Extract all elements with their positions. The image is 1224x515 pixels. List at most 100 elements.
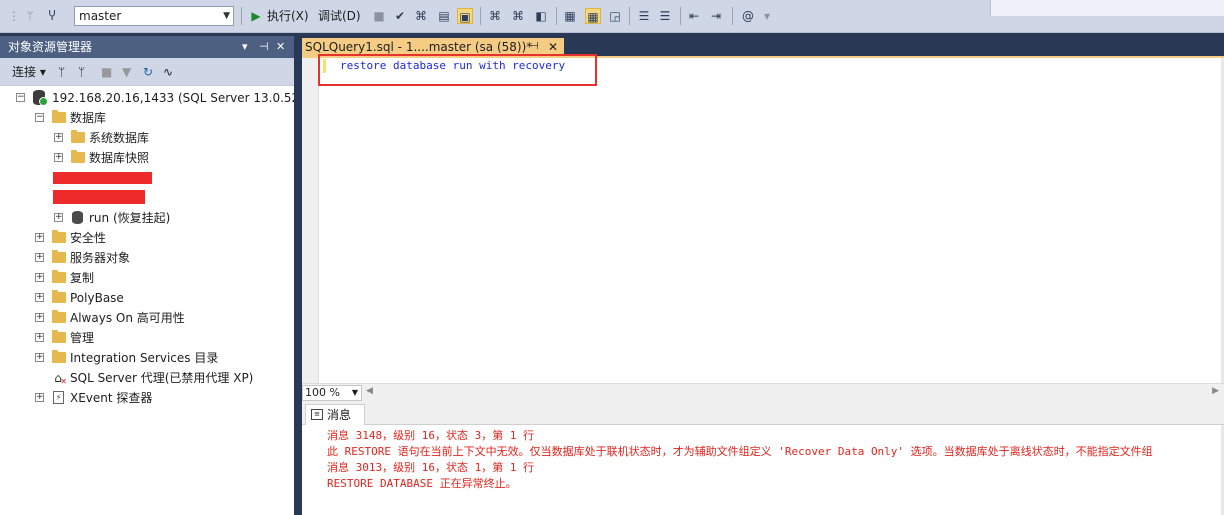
tree-label: 复制 xyxy=(70,271,95,285)
zoom-select[interactable]: 100 % ▼ xyxy=(302,385,362,401)
uncomment-icon[interactable]: ☰ xyxy=(657,8,673,24)
filter-icon[interactable]: ▼ xyxy=(122,64,131,80)
folder-icon xyxy=(52,270,66,283)
tree-label: PolyBase xyxy=(70,291,124,305)
editor-gutter xyxy=(302,58,319,383)
close-icon[interactable]: ✕ xyxy=(276,36,285,58)
client-stats-icon[interactable]: ◧ xyxy=(533,8,549,24)
server-connected-icon xyxy=(33,90,48,106)
folder-icon xyxy=(52,110,66,123)
editor-status-bar: 100 % ▼ ◀ ▶ xyxy=(302,383,1224,402)
agent-disabled-icon: ⌂ xyxy=(51,371,67,389)
folder-icon xyxy=(52,250,66,263)
expand-icon[interactable]: + xyxy=(35,233,44,242)
scroll-left-icon[interactable]: ◀ xyxy=(366,386,373,396)
results-to-text-icon[interactable]: ▦ xyxy=(562,8,578,24)
connect-label: 连接 xyxy=(12,65,37,79)
object-explorer-header: 对象资源管理器 ▾ ⊣ ✕ xyxy=(0,36,294,58)
object-explorer-tree: − 192.168.20.16,1433 (SQL Server 13.0.52… xyxy=(0,88,314,515)
scroll-right-icon[interactable]: ▶ xyxy=(1212,386,1219,396)
collapse-icon[interactable]: − xyxy=(35,113,44,122)
refresh-icon[interactable]: ↻ xyxy=(143,64,153,80)
folder-icon xyxy=(52,350,66,363)
message-line: 消息 3148，级别 16，状态 3，第 1 行 xyxy=(327,429,535,442)
tree-label: run (恢复挂起) xyxy=(89,211,171,225)
message-line: RESTORE DATABASE 正在异常终止。 xyxy=(327,477,517,490)
tree-label: 数据库快照 xyxy=(89,151,150,165)
results-to-grid-icon[interactable]: ▦ xyxy=(585,8,601,24)
results-to-file-icon[interactable]: ◲ xyxy=(607,8,623,24)
decrease-indent-icon[interactable]: ⇤ xyxy=(686,8,702,24)
panel-splitter[interactable] xyxy=(294,36,302,515)
collapse-icon[interactable]: − xyxy=(16,93,25,102)
query-options-icon[interactable]: ▤ xyxy=(436,8,452,24)
folder-icon xyxy=(71,130,85,143)
database-select[interactable]: master ▼ xyxy=(74,6,234,26)
database-select-value: master xyxy=(79,9,122,23)
specify-values-icon[interactable]: @ xyxy=(740,8,756,24)
tree-label: 192.168.20.16,1433 (SQL Server 13.0.5292 xyxy=(52,91,315,105)
object-explorer-toolbar: 连接 ▾ ᛘ ᛘ ■ ▼ ↻ ∿ xyxy=(0,58,294,86)
comment-icon[interactable]: ☰ xyxy=(636,8,652,24)
execute-button[interactable]: 执行(X) xyxy=(267,8,309,24)
increase-indent-icon[interactable]: ⇥ xyxy=(708,8,724,24)
connect-icon[interactable]: ᛘ xyxy=(22,8,38,24)
expand-icon[interactable]: + xyxy=(54,213,63,222)
object-explorer-title: 对象资源管理器 xyxy=(8,40,93,54)
disconnect-icon[interactable]: ᛘ xyxy=(78,64,85,80)
folder-icon xyxy=(52,310,66,323)
folder-icon xyxy=(52,330,66,343)
connect-dropdown[interactable]: 连接 ▾ xyxy=(12,64,46,80)
tree-label: XEvent 探查器 xyxy=(70,391,153,405)
tree-label: 系统数据库 xyxy=(89,131,150,145)
toolbar-grip-icon: ⋮ xyxy=(8,9,20,23)
expand-icon[interactable]: + xyxy=(54,133,63,142)
window-position-icon[interactable]: ▾ xyxy=(242,36,248,58)
tree-label: 数据库 xyxy=(70,111,107,125)
tree-label: 安全性 xyxy=(70,231,107,245)
expand-icon[interactable]: + xyxy=(54,153,63,162)
expand-icon[interactable]: + xyxy=(35,293,44,302)
display-plan-icon[interactable]: ⌘ xyxy=(413,8,429,24)
tab-label: 消息 xyxy=(327,408,352,422)
redacted-database-1 xyxy=(53,172,152,184)
stop-icon[interactable]: ■ xyxy=(371,8,387,24)
query-editor[interactable]: restore database run with recovery xyxy=(302,54,1224,383)
message-line: 此 RESTORE 语句在当前上下文中无效。仅当数据库处于联机状态时，才为辅助文… xyxy=(327,445,1153,458)
object-explorer-panel: 对象资源管理器 ▾ ⊣ ✕ 连接 ▾ ᛘ ᛘ ■ ▼ ↻ ∿ − 192.168… xyxy=(0,36,314,515)
expand-icon[interactable]: + xyxy=(35,273,44,282)
include-plan-icon[interactable]: ⌘ xyxy=(487,8,503,24)
tree-label: 服务器对象 xyxy=(70,251,131,265)
main-toolbar: ⋮ ᛘ Ⴤ master ▼ ▶ 执行(X) 调试(D) ■ ✔ ⌘ ▤ ▣ ⌘… xyxy=(0,0,1224,33)
expand-icon[interactable]: + xyxy=(35,253,44,262)
chevron-down-icon: ▼ xyxy=(223,11,230,21)
parse-checkmark-icon[interactable]: ✔ xyxy=(392,8,408,24)
live-stats-icon[interactable]: ⌘ xyxy=(510,8,526,24)
toolbar-overflow-icon[interactable]: ▾ xyxy=(759,8,775,24)
results-tab-bar: ≡ 消息 xyxy=(302,402,1224,425)
tab-messages[interactable]: ≡ 消息 xyxy=(305,404,365,425)
results-to-icon[interactable]: ▣ xyxy=(457,8,473,24)
tree-label: 管理 xyxy=(70,331,95,345)
expand-icon[interactable]: + xyxy=(35,313,44,322)
expand-icon[interactable]: + xyxy=(35,333,44,342)
expand-icon[interactable]: + xyxy=(35,353,44,362)
activity-monitor-icon[interactable]: ∿ xyxy=(163,64,173,80)
change-connection-icon[interactable]: Ⴤ xyxy=(44,8,60,24)
tree-label: Integration Services 目录 xyxy=(70,351,219,365)
results-pane: ≡ 消息 消息 3148，级别 16，状态 3，第 1 行 此 RESTORE … xyxy=(302,402,1224,515)
tree-label: SQL Server 代理(已禁用代理 XP) xyxy=(70,371,254,385)
tree-label: Always On 高可用性 xyxy=(70,311,185,325)
pin-icon[interactable]: ⊣ xyxy=(259,36,269,58)
execute-icon[interactable]: ▶ xyxy=(248,8,264,24)
connect-object-explorer-icon[interactable]: ᛘ xyxy=(58,64,65,80)
xevent-profiler-icon: ⚡ xyxy=(53,391,64,404)
stop-icon[interactable]: ■ xyxy=(101,64,112,80)
message-line: 消息 3013，级别 16，状态 1，第 1 行 xyxy=(327,461,535,474)
expand-icon[interactable]: + xyxy=(35,393,44,402)
folder-icon xyxy=(52,290,66,303)
toolbar-search-area xyxy=(990,0,1224,16)
tab-title: SQLQuery1.sql - 1....master (sa (58))* xyxy=(305,40,533,54)
debug-button[interactable]: 调试(D) xyxy=(318,8,361,24)
folder-icon xyxy=(71,150,85,163)
